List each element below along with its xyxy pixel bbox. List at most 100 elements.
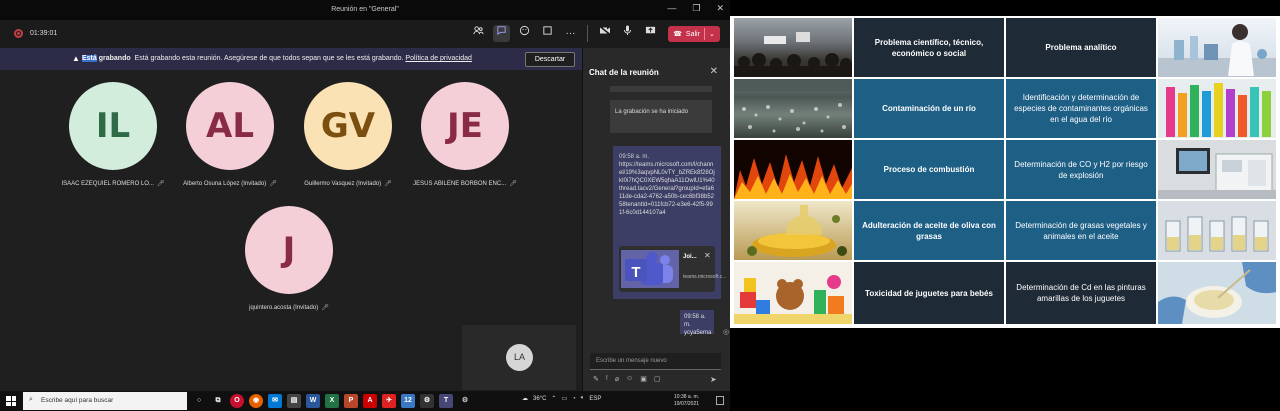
maximize-button[interactable]: ❐	[692, 3, 700, 14]
share-tray-icon[interactable]	[539, 25, 556, 42]
firefox-icon[interactable]: ◉	[249, 394, 263, 408]
sticker-icon[interactable]: ▢	[654, 375, 661, 383]
screen: Reunión en "General" — ❐ ✕ 01:39:01 ··· …	[0, 0, 1280, 411]
leave-button[interactable]: ☎ Salir ⌄	[668, 26, 720, 42]
format-icon[interactable]: ✎	[593, 375, 599, 383]
teams-logo-icon: T	[621, 250, 679, 288]
battery-icon[interactable]: ▭	[561, 395, 567, 402]
close-icon[interactable]: ✕	[710, 66, 718, 77]
participant-tile[interactable]: J jquintero.acosta (Invitado) 🎤︎	[229, 206, 349, 311]
acrobat-icon[interactable]: A	[363, 394, 377, 408]
mic-icon[interactable]	[619, 25, 636, 42]
volume-icon[interactable]: 🔈︎	[581, 395, 585, 402]
taskbar-clock[interactable]: 10:38 a. m. 19/07/2021	[674, 394, 699, 408]
teams-icon[interactable]: T	[439, 394, 453, 408]
recording-banner: ▲ Está grabando Está grabando esta reuni…	[0, 48, 582, 70]
participant-name-text: Alberto Osuna López (Invitado)	[183, 181, 267, 187]
settings-icon[interactable]: ⚙	[420, 394, 434, 408]
clock-date: 19/07/2021	[674, 401, 700, 407]
windows-start-icon[interactable]	[6, 396, 16, 406]
problem-cell: Contaminación de un río	[854, 79, 1004, 138]
attach-icon[interactable]: ⌀	[615, 375, 619, 383]
gas-chromatograph-photo	[1158, 140, 1276, 199]
message-link[interactable]: https://teams.microsoft.com/l/channel/19…	[619, 161, 715, 217]
participant-tile[interactable]: GV Guillermo Vasquez (Invitado) 🎤︎	[288, 82, 408, 187]
minimize-button[interactable]: —	[667, 3, 676, 14]
close-window-button[interactable]: ✕	[716, 3, 724, 14]
message-time: 09:58 a. m.	[619, 154, 650, 160]
participant-tile[interactable]: JE JESUS ABILENE BORBON ENC... 🎤︎	[405, 82, 525, 187]
important-icon[interactable]: !	[606, 375, 608, 383]
language-indicator[interactable]: ESP	[589, 396, 601, 402]
chat-panel: Chat de la reunión ✕ La grabación se ha …	[582, 48, 730, 391]
participant-name: ISAAC EZEQUIEL ROMERO LO... 🎤︎	[53, 180, 173, 187]
compose-toolbar: ✎ ! ⌀ ☺ ▣ ▢	[593, 375, 660, 383]
message-time: 09:58 a. m.	[684, 314, 706, 328]
explorer-icon[interactable]: ▤	[287, 394, 301, 408]
avatar: JE	[421, 82, 509, 170]
search-icon: ⌕	[29, 396, 33, 403]
lab-glassware-photo	[1158, 201, 1276, 260]
gear-icon[interactable]: ⚙	[458, 394, 472, 408]
chevron-down-icon[interactable]: ⌄	[709, 30, 715, 38]
participant-tile[interactable]: AL Alberto Osuna López (Invitado) 🎤︎	[170, 82, 290, 187]
participant-name: Guillermo Vasquez (Invitado) 🎤︎	[288, 180, 408, 187]
fire-photo	[734, 140, 852, 199]
notification-icon[interactable]	[716, 396, 724, 405]
svg-text:T: T	[631, 264, 640, 281]
app-icon[interactable]: ✈	[382, 394, 396, 408]
close-icon[interactable]: ✕	[704, 251, 711, 260]
excel-icon[interactable]: X	[325, 394, 339, 408]
weather-icon[interactable]: ☁	[522, 395, 528, 402]
compose-input[interactable]: Escribe un mensaje nuevo	[590, 353, 721, 370]
olive-oil-photo	[734, 201, 852, 260]
chat-message: 09:58 a. m. ycya5ema	[680, 310, 714, 336]
powerpoint-icon[interactable]: P	[344, 394, 358, 408]
teams-meeting-window: Reunión en "General" — ❐ ✕ 01:39:01 ··· …	[0, 0, 730, 391]
share-screen-icon[interactable]	[642, 25, 659, 42]
more-icon[interactable]: ···	[562, 25, 579, 42]
mic-muted-icon: 🎤︎	[321, 305, 329, 311]
lab-analysis-photo	[1158, 262, 1276, 324]
mail-icon[interactable]: ✉	[268, 394, 282, 408]
chevron-up-icon[interactable]: ⌃	[551, 395, 556, 402]
problem-cell: Adulteración de aceite de oliva con gras…	[854, 201, 1004, 260]
lab-photo	[1158, 18, 1276, 77]
chat-icon[interactable]	[493, 25, 510, 42]
card-title: Joi...	[683, 254, 697, 260]
people-icon[interactable]	[470, 25, 487, 42]
cortana-icon[interactable]: ○	[192, 394, 206, 408]
chat-title: Chat de la reunión	[589, 68, 659, 77]
word-icon[interactable]: W	[306, 394, 320, 408]
system-tray: ☁ 36°C ⌃ ▭ ◔ 🔈︎ ESP	[522, 395, 601, 402]
recording-message: Está grabando esta reunión. Asegúrese de…	[134, 55, 404, 62]
participant-tile[interactable]: IL ISAAC EZEQUIEL ROMERO LO... 🎤︎	[53, 82, 173, 187]
calendar-icon[interactable]: 12	[401, 394, 415, 408]
send-icon[interactable]: ➤	[710, 375, 717, 384]
privacy-policy-link[interactable]: Política de privacidad	[405, 55, 472, 62]
task-view-icon[interactable]: ⧉	[211, 394, 225, 408]
window-titlebar: Reunión en "General" — ❐ ✕	[0, 0, 730, 20]
analytic-cell: Identificación y determinación de especi…	[1006, 79, 1156, 138]
dismiss-button[interactable]: Descartar	[525, 52, 575, 67]
gif-icon[interactable]: ▣	[640, 375, 647, 383]
link-preview-card[interactable]: T Joi... ✕ teams.microsoft.c...	[619, 246, 726, 292]
opera-icon[interactable]: O	[230, 394, 244, 408]
shared-slide: Problema científico, técnico, económico …	[730, 16, 1280, 328]
analytic-cell: Determinación de CO y H2 por riesgo de e…	[1006, 140, 1156, 199]
warning-icon: ▲	[72, 54, 80, 63]
mic-muted-icon: 🎤︎	[269, 181, 277, 187]
system-message: La grabación se ha iniciado	[610, 100, 712, 133]
taskbar-search-input[interactable]: ⌕ Escribe aquí para buscar	[23, 392, 187, 410]
toolbar-icons: ···	[470, 25, 659, 42]
emoji-icon[interactable]: ☺	[626, 375, 633, 383]
problem-cell: Toxicidad de juguetes para bebés	[854, 262, 1004, 324]
network-icon[interactable]: ◔	[572, 396, 576, 402]
self-video-preview[interactable]: LA	[462, 325, 576, 390]
participant-name-text: JESUS ABILENE BORBON ENC...	[413, 181, 507, 187]
search-placeholder: Escribe aquí para buscar	[41, 397, 114, 404]
reactions-icon[interactable]	[516, 25, 533, 42]
avatar: AL	[186, 82, 274, 170]
meeting-toolbar: 01:39:01 ··· ☎ Salir ⌄	[0, 20, 730, 48]
camera-icon[interactable]	[596, 25, 613, 42]
